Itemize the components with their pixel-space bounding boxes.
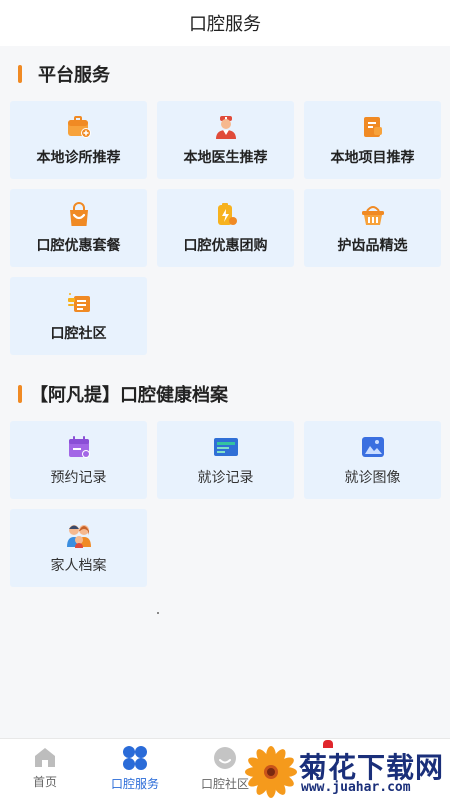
smile-icon — [214, 747, 236, 769]
card-label: 口腔社区 — [50, 326, 107, 342]
tab-oral-community-label: 口腔社区 — [200, 777, 249, 791]
stray-dot — [157, 612, 159, 614]
community-icon — [67, 293, 90, 312]
platform-section-title: 平台服务 — [18, 62, 110, 86]
platform-grid: 本地诊所推荐 本地医生推荐 本地项目推荐 口腔优惠套餐 口腔优惠团购 护齿品精选… — [10, 101, 441, 355]
card-visit-records[interactable]: 就诊记录 — [157, 421, 294, 499]
basket-icon — [361, 206, 384, 225]
card-label: 本地医生推荐 — [183, 150, 268, 166]
tab-home-label: 首页 — [32, 775, 57, 789]
archive-section-title: 【阿凡提】口腔健康档案 — [18, 382, 228, 406]
watermark: 菊花下载网 www.juahar.com — [245, 740, 450, 800]
archive-title-text: 【阿凡提】口腔健康档案 — [30, 385, 228, 406]
card-label: 预约记录 — [50, 470, 107, 486]
project-icon — [363, 117, 382, 137]
section-accent-bar — [18, 385, 22, 403]
doctor-icon — [215, 116, 236, 139]
tab-oral-service-label: 口腔服务 — [110, 777, 159, 791]
card-discount-package[interactable]: 口腔优惠套餐 — [10, 189, 147, 267]
card-label: 家人档案 — [50, 558, 107, 574]
card-label: 口腔优惠套餐 — [36, 238, 121, 254]
platform-title-text: 平台服务 — [38, 65, 110, 86]
home-icon — [35, 748, 55, 767]
grid-icon — [123, 746, 147, 770]
tab-home[interactable]: 首页 — [5, 745, 85, 790]
page-header: 口腔服务 — [0, 0, 450, 46]
archive-grid: 预约记录 就诊记录 就诊图像 家人档案 — [10, 421, 441, 587]
card-group-buy[interactable]: 口腔优惠团购 — [157, 189, 294, 267]
card-label: 就诊图像 — [344, 470, 401, 486]
shopping-bag-icon — [69, 202, 88, 226]
watermark-url: www.juahar.com — [301, 780, 411, 795]
card-tooth-care[interactable]: 护齿品精选 — [304, 189, 441, 267]
card-visit-images[interactable]: 就诊图像 — [304, 421, 441, 499]
flower-logo-icon — [245, 746, 297, 798]
group-buy-icon — [217, 203, 237, 225]
card-label: 就诊记录 — [197, 470, 254, 486]
card-label: 本地诊所推荐 — [36, 150, 121, 166]
card-label: 护齿品精选 — [337, 238, 408, 254]
card-local-project[interactable]: 本地项目推荐 — [304, 101, 441, 179]
card-community[interactable]: 口腔社区 — [10, 277, 147, 355]
card-family-records[interactable]: 家人档案 — [10, 509, 147, 587]
tab-oral-service[interactable]: 口腔服务 — [95, 745, 175, 792]
clinic-icon — [67, 116, 91, 138]
card-local-clinic[interactable]: 本地诊所推荐 — [10, 101, 147, 179]
card-appointment-records[interactable]: 预约记录 — [10, 421, 147, 499]
family-icon — [66, 525, 91, 548]
card-local-doctor[interactable]: 本地医生推荐 — [157, 101, 294, 179]
section-accent-bar — [18, 65, 22, 83]
image-icon — [361, 437, 384, 457]
card-label: 口腔优惠团购 — [183, 238, 268, 254]
calendar-icon — [68, 436, 90, 458]
record-icon — [213, 438, 238, 456]
page-title: 口腔服务 — [189, 14, 261, 35]
card-label: 本地项目推荐 — [330, 150, 415, 166]
